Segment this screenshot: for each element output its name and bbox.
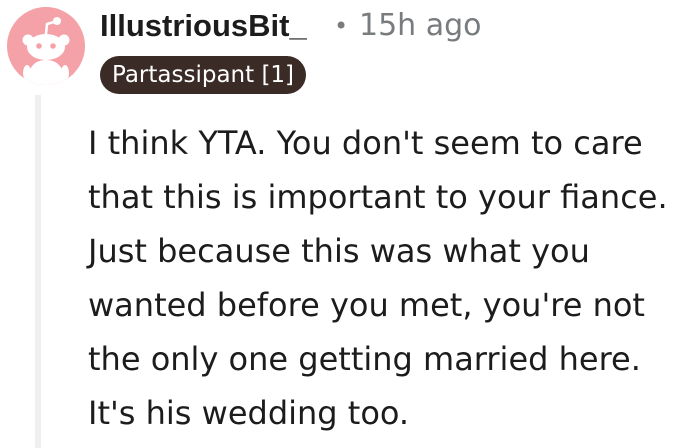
comment-body: I think YTA. You don't seem to care that… [88,116,696,440]
comment-body-line: Just because this was what you [88,232,590,270]
comment-body-line: I think YTA. You don't seem to care [88,124,643,162]
user-flair-badge: Partassipant [1] [100,56,307,94]
comment: IllustriousBit_ • 15h ago Partassipant [… [0,0,700,448]
comment-body-line: that this is important to your fiance. [88,178,668,216]
comment-body-line: wanted before you met, you're not [88,286,645,324]
comment-body-line: the only one getting married here. [88,340,641,378]
user-avatar[interactable] [7,7,85,85]
thread-line[interactable] [35,95,41,448]
comment-timestamp[interactable]: 15h ago [359,6,482,46]
author-username[interactable]: IllustriousBit_ [100,6,307,46]
comment-body-line: It's his wedding too. [88,394,410,432]
meta-separator: • [334,12,349,40]
reddit-snoo-icon [22,17,70,85]
